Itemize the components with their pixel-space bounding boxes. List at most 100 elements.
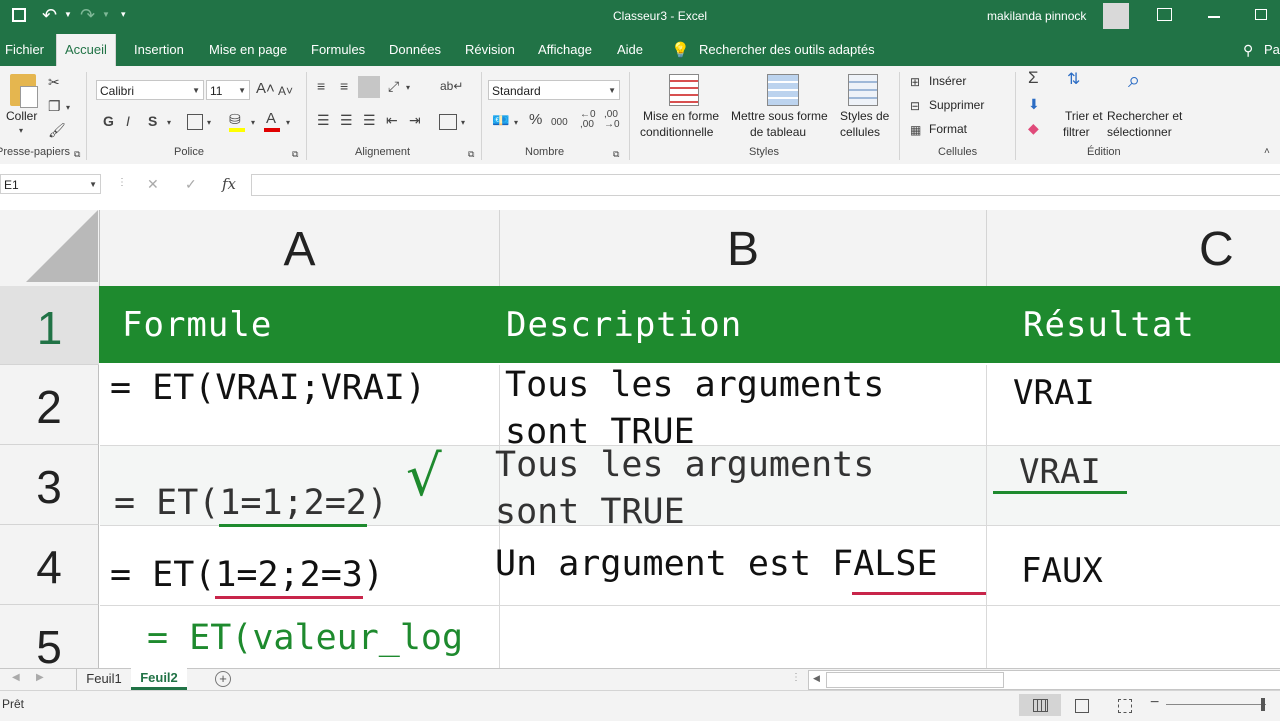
paste-button[interactable]: Coller (6, 109, 37, 123)
decrease-decimal-icon[interactable]: ,00 →0 (604, 110, 620, 130)
increase-decimal-icon[interactable]: ←0,00 (580, 110, 596, 130)
column-header-a[interactable]: A (100, 210, 500, 287)
scrollbar-thumb[interactable] (826, 672, 1004, 688)
bold-button[interactable]: G (103, 113, 114, 129)
decrease-font-icon[interactable]: A˅ (278, 83, 293, 99)
wrap-text-icon[interactable]: ab↵ (440, 78, 463, 94)
cell-a2[interactable]: = ET(VRAI;VRAI) (110, 368, 426, 408)
clear-icon[interactable]: ◆ (1028, 120, 1039, 136)
insert-function-button[interactable]: fx (222, 175, 236, 193)
fill-dropdown-icon[interactable]: ▾ (251, 115, 255, 131)
clipboard-launcher-icon[interactable]: ⧉ (74, 146, 80, 162)
align-bottom-icon[interactable] (358, 76, 380, 98)
conditional-format-label-1[interactable]: Mise en forme (643, 109, 719, 123)
tab-formules[interactable]: Formules (311, 42, 365, 57)
sheet-tab-feuil1[interactable]: Feuil1 (76, 669, 132, 690)
tab-fichier[interactable]: Fichier (5, 42, 44, 57)
cell-b3-line2[interactable]: sont TRUE (495, 492, 685, 532)
select-all-button[interactable] (0, 210, 100, 287)
currency-dropdown-icon[interactable]: ▾ (514, 115, 518, 131)
insert-cells-icon[interactable]: ⊞ (910, 74, 920, 90)
format-cells-icon[interactable]: ▦ (910, 122, 921, 138)
cut-icon[interactable]: ✂ (48, 74, 60, 90)
cell-b2-line1[interactable]: Tous les arguments (505, 365, 884, 405)
delete-cells-button[interactable]: Supprimer (929, 98, 984, 112)
orientation-dropdown-icon[interactable]: ▾ (406, 80, 410, 96)
format-cells-button[interactable]: Format (929, 122, 967, 136)
copy-icon[interactable]: ❐ (48, 98, 61, 114)
cell-c4[interactable]: FAUX (1021, 551, 1103, 591)
undo-icon[interactable]: ↶ (42, 5, 57, 26)
number-format-combo[interactable]: Standard ▼ (488, 80, 620, 100)
enter-icon[interactable]: ✓ (185, 176, 197, 193)
fill-color-icon[interactable]: ⛁ (229, 111, 241, 127)
user-name[interactable]: makilanda pinnock (987, 9, 1086, 23)
merge-center-icon[interactable] (439, 114, 457, 130)
row-header-4[interactable]: 4 (0, 525, 99, 605)
align-left-icon[interactable]: ☰ (317, 112, 330, 128)
find-select-label-2[interactable]: sélectionner (1107, 125, 1172, 139)
tab-aide[interactable]: Aide (617, 42, 643, 57)
find-select-icon[interactable]: ⌕ (1128, 69, 1140, 91)
table-format-icon[interactable] (767, 74, 799, 106)
tab-donnees[interactable]: Données (389, 42, 441, 57)
align-right-icon[interactable]: ☰ (363, 112, 376, 128)
row-header-2[interactable]: 2 (0, 365, 99, 445)
cell-c3[interactable]: VRAI (1019, 452, 1101, 492)
paste-dropdown-icon[interactable]: ▾ (19, 126, 23, 135)
tab-mise-en-page[interactable]: Mise en page (209, 42, 287, 57)
customize-qat-icon[interactable]: ▾ (121, 9, 126, 20)
row-header-3[interactable]: 3 (0, 445, 99, 525)
font-color-icon[interactable]: A (266, 111, 276, 127)
page-layout-icon[interactable] (1075, 699, 1089, 713)
formula-input[interactable] (251, 174, 1280, 196)
font-name-combo[interactable]: Calibri ▼ (96, 80, 204, 100)
font-color-dropdown-icon[interactable]: ▾ (286, 115, 290, 131)
page-break-icon[interactable] (1118, 699, 1132, 713)
conditional-format-label-2[interactable]: conditionnelle (640, 125, 713, 139)
redo-icon[interactable]: ↷ (80, 5, 95, 26)
sheet-scroll-more-icon[interactable]: ⋮ (791, 672, 801, 683)
sort-filter-label-1[interactable]: Trier et (1065, 109, 1103, 123)
cell-styles-icon[interactable] (848, 74, 878, 106)
next-sheet-icon[interactable]: ▶ (36, 672, 44, 683)
tab-insertion[interactable]: Insertion (134, 42, 184, 57)
share-icon[interactable]: ⚲ (1243, 42, 1253, 59)
thousands-button[interactable]: 000 (551, 115, 568, 131)
zoom-slider[interactable] (1166, 704, 1266, 705)
cell-a3[interactable]: = ET(1=1;2=2) (114, 483, 388, 527)
undo-dropdown-icon[interactable]: ▼ (64, 10, 72, 19)
percent-button[interactable]: % (529, 112, 542, 128)
font-launcher-icon[interactable]: ⧉ (292, 146, 298, 162)
underline-dropdown-icon[interactable]: ▾ (167, 115, 171, 131)
format-painter-icon[interactable]: 🖌 (48, 122, 66, 138)
cell-c1[interactable]: Résultat (1023, 305, 1195, 345)
autosum-icon[interactable]: Σ (1028, 69, 1039, 86)
italic-button[interactable]: I (126, 113, 130, 129)
cell-b4[interactable]: Un argument est FALSE (495, 544, 938, 584)
increase-indent-icon[interactable]: ⇥ (409, 112, 421, 128)
underline-button[interactable]: S (148, 113, 157, 129)
cell-c2[interactable]: VRAI (1013, 373, 1095, 413)
cell-a4[interactable]: = ET(1=2;2=3) (110, 555, 384, 599)
restore-icon[interactable] (1255, 9, 1267, 20)
collapse-ribbon-icon[interactable]: ˄ (1264, 144, 1270, 160)
cell-styles-label-2[interactable]: cellules (840, 125, 880, 139)
increase-font-icon[interactable]: A˄ (256, 81, 275, 97)
tab-revision[interactable]: Révision (465, 42, 515, 57)
insert-cells-button[interactable]: Insérer (929, 74, 966, 88)
merge-dropdown-icon[interactable]: ▾ (461, 115, 465, 131)
formula-bar-more-icon[interactable]: ⋮ (117, 177, 127, 188)
sort-filter-label-2[interactable]: filtrer (1063, 125, 1090, 139)
scroll-left-icon[interactable]: ◀ (813, 673, 820, 684)
sheet-tab-feuil2[interactable]: Feuil2 (131, 668, 187, 690)
fill-down-icon[interactable]: ⬇ (1028, 96, 1040, 112)
zoom-out-icon[interactable]: − (1150, 694, 1159, 712)
number-launcher-icon[interactable]: ⧉ (613, 146, 619, 162)
zoom-slider-thumb[interactable] (1261, 698, 1265, 711)
decrease-indent-icon[interactable]: ⇤ (386, 112, 398, 128)
add-sheet-icon[interactable]: + (215, 671, 231, 687)
column-header-c[interactable]: C (987, 210, 1280, 287)
cell-styles-label-1[interactable]: Styles de (840, 109, 889, 123)
redo-dropdown-icon[interactable]: ▼ (102, 10, 110, 19)
